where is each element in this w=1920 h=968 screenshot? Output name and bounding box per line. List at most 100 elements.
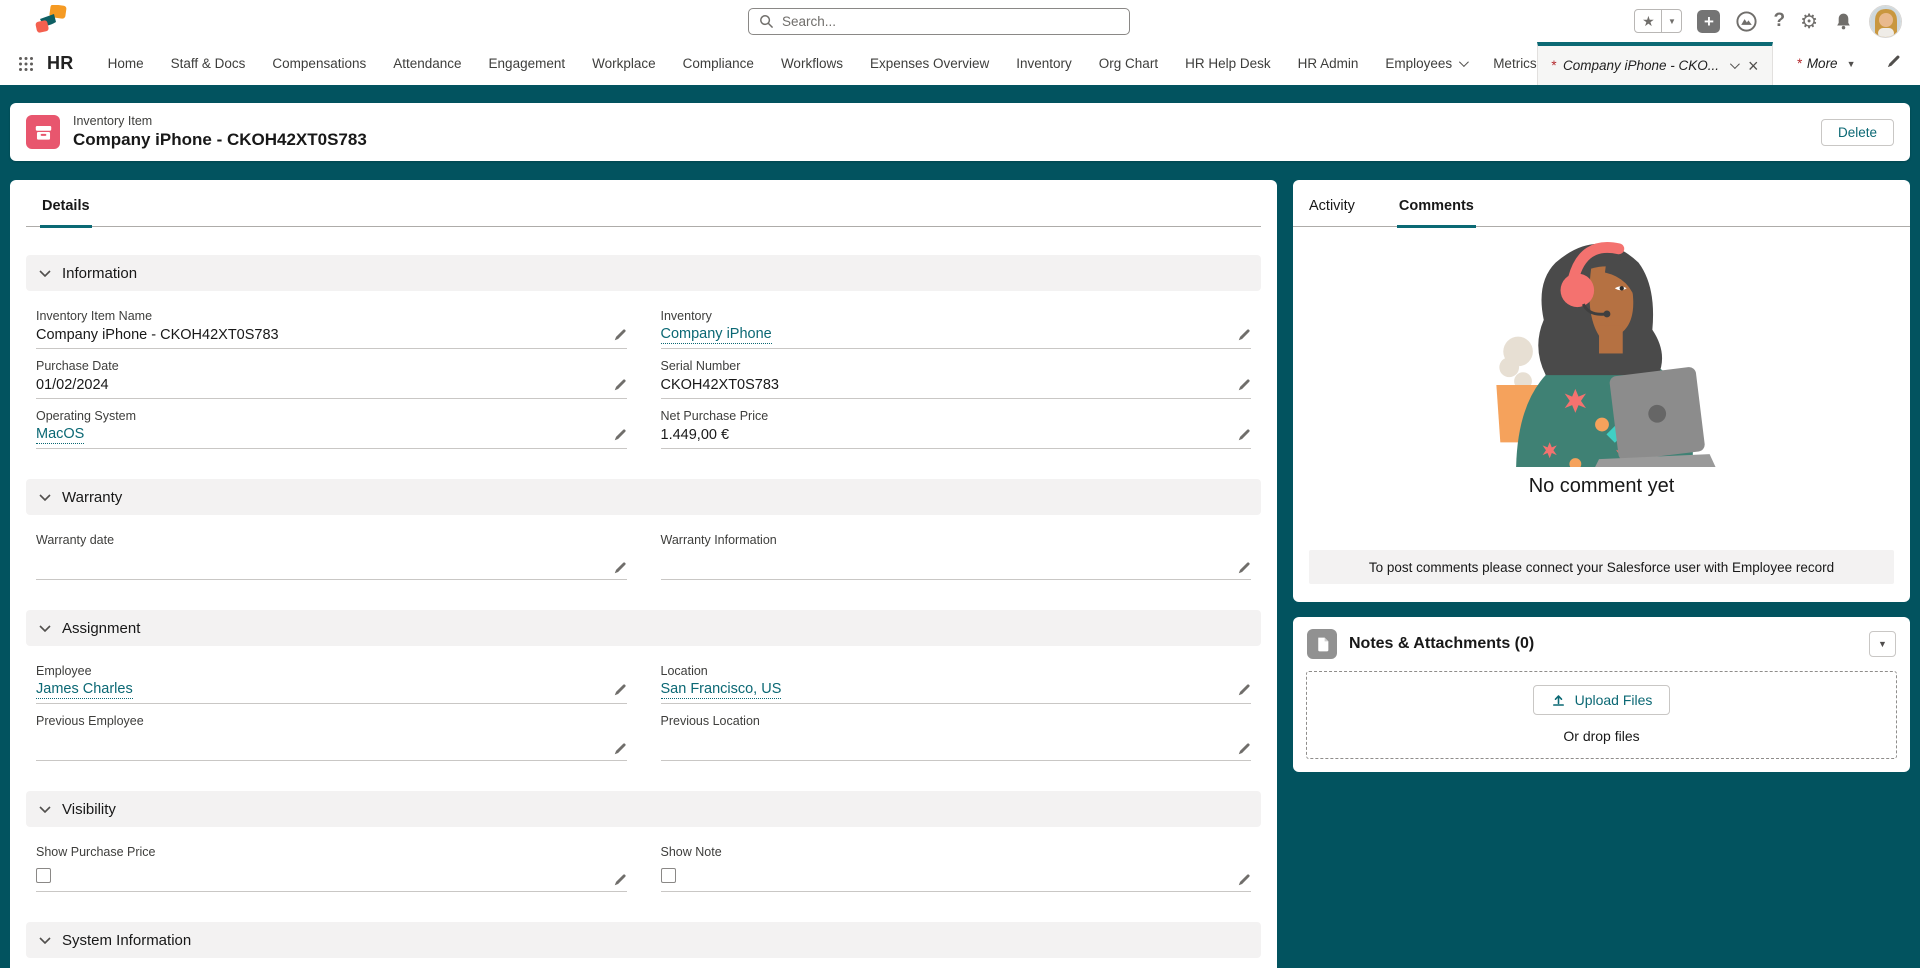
field-value-link[interactable]: MacOS [36,425,84,444]
more-tabs-dropdown[interactable]: * More ▼ [1797,56,1856,71]
support-agent-illustration [1487,235,1717,467]
information-fields: Inventory Item Name Company iPhone - CKO… [26,291,1261,449]
field-warranty-date: Warranty date [36,523,627,580]
tab-details[interactable]: Details [40,180,92,228]
more-caret-icon: ▼ [1847,59,1856,69]
upload-icon [1551,693,1566,708]
edit-navigation-pencil-icon[interactable] [1886,54,1901,74]
nav-tab-workflows[interactable]: Workflows [781,56,843,71]
record-title: Company iPhone - CKOH42XT0S783 [73,130,367,150]
notes-title: Notes & Attachments (0) [1349,635,1534,653]
edit-pencil-icon[interactable] [613,328,627,342]
tab-chevron-down-icon[interactable] [1730,59,1740,69]
field-value-link[interactable]: San Francisco, US [661,680,782,699]
nav-tab-home[interactable]: Home [108,56,144,71]
section-title: Information [62,265,137,282]
field-location: Location San Francisco, US [661,654,1252,704]
help-icon[interactable]: ? [1773,10,1785,32]
field-inventory: Inventory Company iPhone [661,299,1252,349]
details-card: Details Information Inventory Item Name … [10,180,1277,968]
edit-pencil-icon[interactable] [613,683,627,697]
no-comment-title: No comment yet [1529,475,1675,498]
file-dropzone[interactable]: Upload Files Or drop files [1306,671,1897,759]
collapse-notes-button[interactable]: ▼ [1869,631,1896,657]
section-visibility[interactable]: Visibility [26,791,1261,827]
nav-tab-metrics[interactable]: Metrics [1493,56,1537,71]
favorite-star-icon[interactable]: ★ [1635,10,1662,32]
nav-tab-staff-docs[interactable]: Staff & Docs [171,56,246,71]
field-previous-location: Previous Location [661,704,1252,761]
field-show-purchase-price: Show Purchase Price [36,835,627,892]
nav-tab-employees[interactable]: Employees [1385,56,1466,71]
setup-gear-icon[interactable]: ⚙ [1800,9,1818,34]
inventory-item-object-icon [26,115,60,149]
field-show-note: Show Note [661,835,1252,892]
comments-empty-state: No comment yet To post comments please c… [1293,227,1910,602]
notes-header: Notes & Attachments (0) ▼ [1293,617,1910,669]
global-actions-icon[interactable]: + [1697,10,1720,33]
favorites-caret-icon[interactable]: ▼ [1662,10,1681,32]
field-value-link[interactable]: Company iPhone [661,325,772,344]
nav-tab-org-chart[interactable]: Org Chart [1099,56,1158,71]
notes-object-icon [1307,629,1337,659]
delete-button[interactable]: Delete [1821,119,1894,146]
search-input[interactable] [782,14,1119,29]
field-label: Purchase Date [36,359,627,373]
field-value: Company iPhone - CKOH42XT0S783 [36,326,279,344]
user-avatar[interactable] [1869,5,1902,38]
app-launcher-icon[interactable] [18,56,34,72]
visibility-fields: Show Purchase Price Show Note [26,827,1261,892]
field-label: Previous Employee [36,714,627,728]
nav-tab-inventory[interactable]: Inventory [1016,56,1072,71]
section-warranty[interactable]: Warranty [26,479,1261,515]
global-search[interactable] [748,8,1130,35]
field-employee: Employee James Charles [36,654,627,704]
field-value-link[interactable]: James Charles [36,680,133,699]
notes-attachments-card: Notes & Attachments (0) ▼ Upload Files [1293,617,1910,772]
upload-files-button[interactable]: Upload Files [1533,685,1671,715]
section-assignment[interactable]: Assignment [26,610,1261,646]
tab-close-icon[interactable]: × [1748,57,1759,75]
show-purchase-price-checkbox[interactable] [36,868,51,883]
section-title: Warranty [62,489,122,506]
edit-pencil-icon[interactable] [1237,873,1251,887]
section-chevron-icon [39,494,51,501]
notifications-bell-icon[interactable] [1833,11,1854,32]
edit-pencil-icon[interactable] [1237,742,1251,756]
nav-tab-attendance[interactable]: Attendance [393,56,461,71]
edit-pencil-icon[interactable] [613,873,627,887]
edit-pencil-icon[interactable] [1237,683,1251,697]
section-information[interactable]: Information [26,255,1261,291]
field-net-purchase-price: Net Purchase Price 1.449,00 € [661,399,1252,449]
chevron-down-icon [1459,57,1469,67]
company-logo [30,5,72,35]
field-operating-system: Operating System MacOS [36,399,627,449]
field-value: CKOH42XT0S783 [661,376,779,394]
edit-pencil-icon[interactable] [1237,328,1251,342]
nav-tab-compensations[interactable]: Compensations [272,56,366,71]
field-value: 01/02/2024 [36,376,109,394]
nav-tab-hr-help-desk[interactable]: HR Help Desk [1185,56,1271,71]
field-value: 1.449,00 € [661,426,730,444]
nav-tab-workplace[interactable]: Workplace [592,56,656,71]
active-record-tab[interactable]: * Company iPhone - CKO... × [1537,42,1773,85]
nav-tab-compliance[interactable]: Compliance [683,56,754,71]
edit-pencil-icon[interactable] [1237,428,1251,442]
section-system-information[interactable]: System Information [26,922,1261,958]
app-navigation-bar: HR Home Staff & Docs Compensations Atten… [0,42,1920,85]
show-note-checkbox[interactable] [661,868,676,883]
tab-comments[interactable]: Comments [1397,180,1476,228]
nav-tab-employees-label: Employees [1385,56,1452,71]
edit-pencil-icon[interactable] [613,428,627,442]
nav-tab-hr-admin[interactable]: HR Admin [1298,56,1359,71]
nav-tab-expenses-overview[interactable]: Expenses Overview [870,56,989,71]
edit-pencil-icon[interactable] [613,561,627,575]
edit-pencil-icon[interactable] [613,378,627,392]
tab-activity[interactable]: Activity [1307,180,1357,226]
section-title: Visibility [62,801,116,818]
guidance-icon[interactable] [1735,10,1758,33]
nav-tab-engagement[interactable]: Engagement [489,56,566,71]
edit-pencil-icon[interactable] [613,742,627,756]
edit-pencil-icon[interactable] [1237,561,1251,575]
edit-pencil-icon[interactable] [1237,378,1251,392]
